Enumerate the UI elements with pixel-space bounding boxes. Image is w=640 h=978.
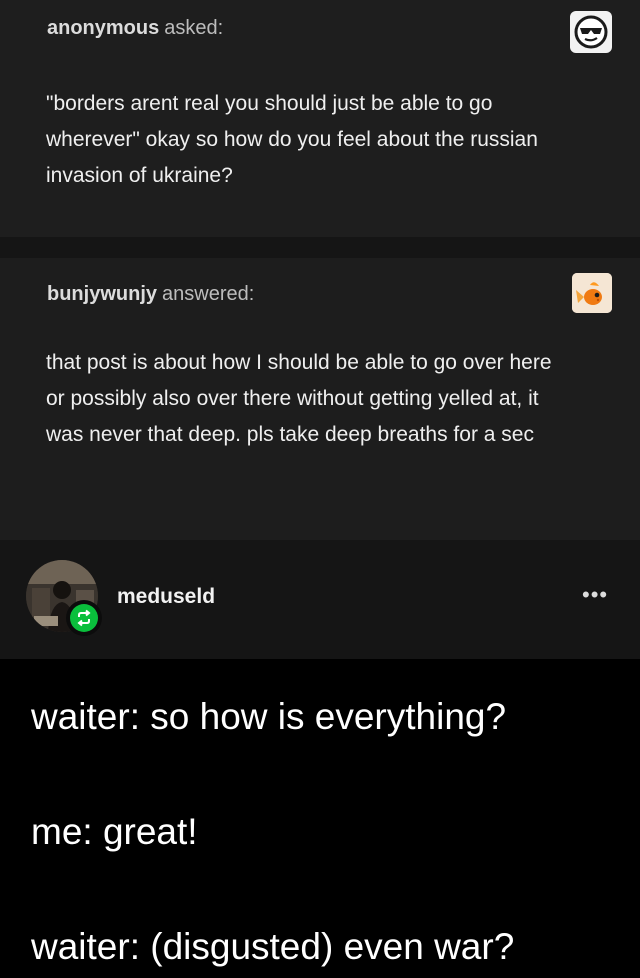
more-options-button[interactable]: ••• [582, 583, 608, 607]
sunglasses-face-icon[interactable] [570, 11, 612, 53]
reblog-icon [70, 604, 98, 632]
answerer-name[interactable]: bunjywunjy [47, 283, 157, 305]
asker-line: anonymous asked: [47, 17, 223, 40]
asker-name[interactable]: anonymous [47, 17, 159, 39]
ask-card: anonymous asked: "borders arent real you … [0, 0, 640, 237]
reblogger-name[interactable]: meduseld [117, 585, 215, 609]
goldfish-icon[interactable] [572, 273, 612, 313]
reblog-badge [66, 600, 102, 636]
meme-line: waiter: (disgusted) even war? [31, 926, 515, 967]
meme-image: waiter: so how is everything? me: great!… [0, 659, 640, 978]
asked-label: asked: [164, 17, 224, 39]
meme-line: waiter: so how is everything? [31, 696, 507, 737]
tumblr-post: anonymous asked: "borders arent real you … [0, 0, 640, 978]
answerer-line: bunjywunjy answered: [47, 283, 254, 306]
meme-line: me: great! [31, 811, 198, 852]
answer-text: that post is about how I should be able … [46, 351, 552, 446]
ask-text: "borders arent real you should just be a… [46, 92, 538, 187]
answered-label: answered: [162, 283, 255, 305]
